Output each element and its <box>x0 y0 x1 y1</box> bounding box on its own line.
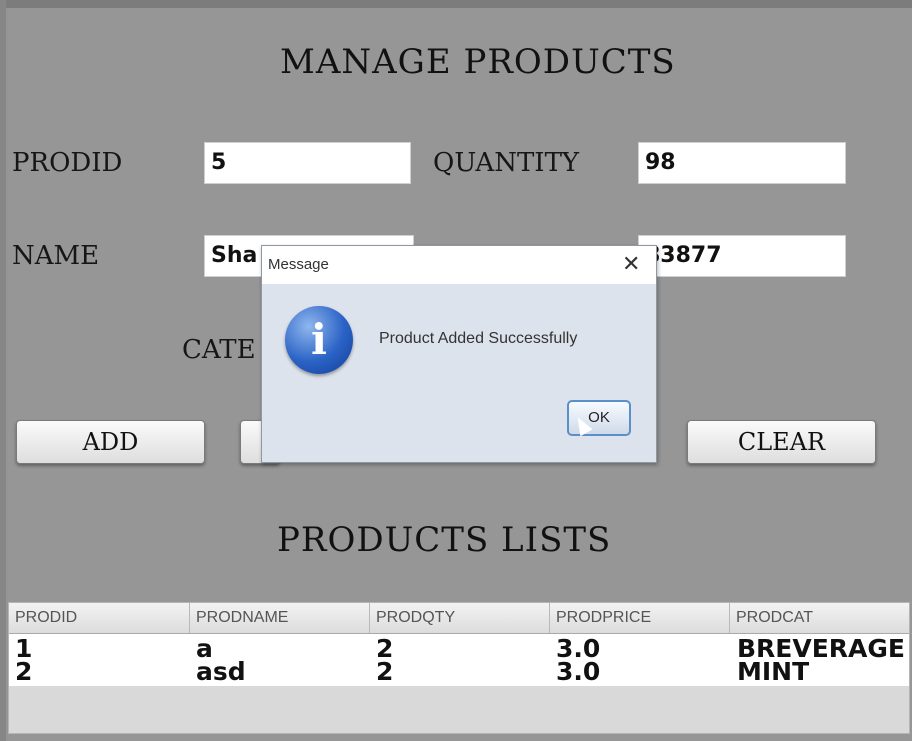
table-header: PRODID PRODNAME PRODQTY PRODPRICE PRODCA… <box>9 603 909 634</box>
prodid-label: PRODID <box>12 148 123 178</box>
column-header-prodid[interactable]: PRODID <box>9 603 190 633</box>
add-button[interactable]: ADD <box>16 420 205 464</box>
cell-prodqty: 2 <box>376 657 394 686</box>
page-title: MANAGE PRODUCTS <box>280 42 676 82</box>
dialog-title-bar[interactable]: Message ✕ <box>262 246 656 284</box>
price-field[interactable]: 83877 <box>638 235 846 277</box>
cell-prodcat: MINT <box>737 657 810 686</box>
table-body: 1 a 2 3.0 BREVERAGE 2 asd 2 3.0 MINT <box>9 634 909 686</box>
prodid-field[interactable]: 5 <box>204 142 411 184</box>
dialog-message: Product Added Successfully <box>379 330 578 347</box>
products-table[interactable]: PRODID PRODNAME PRODQTY PRODPRICE PRODCA… <box>8 602 910 734</box>
products-list-title: PRODUCTS LISTS <box>277 520 612 560</box>
quantity-label: QUANTITY <box>433 148 580 178</box>
dialog-title: Message <box>268 256 329 273</box>
window-left-edge <box>0 0 6 741</box>
column-header-prodname[interactable]: PRODNAME <box>190 603 370 633</box>
column-header-prodqty[interactable]: PRODQTY <box>370 603 550 633</box>
message-dialog: Message ✕ i Product Added Successfully O… <box>261 245 657 463</box>
column-header-prodprice[interactable]: PRODPRICE <box>550 603 730 633</box>
cell-prodprice: 3.0 <box>556 657 601 686</box>
column-header-prodcat[interactable]: PRODCAT <box>730 603 909 633</box>
quantity-field[interactable]: 98 <box>638 142 846 184</box>
window-top-edge <box>0 0 912 8</box>
cell-prodname: asd <box>196 657 246 686</box>
cell-prodid: 2 <box>15 657 33 686</box>
category-label: CATE <box>182 335 256 365</box>
clear-button[interactable]: CLEAR <box>687 420 876 464</box>
info-icon: i <box>285 306 353 374</box>
name-label: NAME <box>12 241 100 271</box>
close-icon[interactable]: ✕ <box>622 251 640 277</box>
